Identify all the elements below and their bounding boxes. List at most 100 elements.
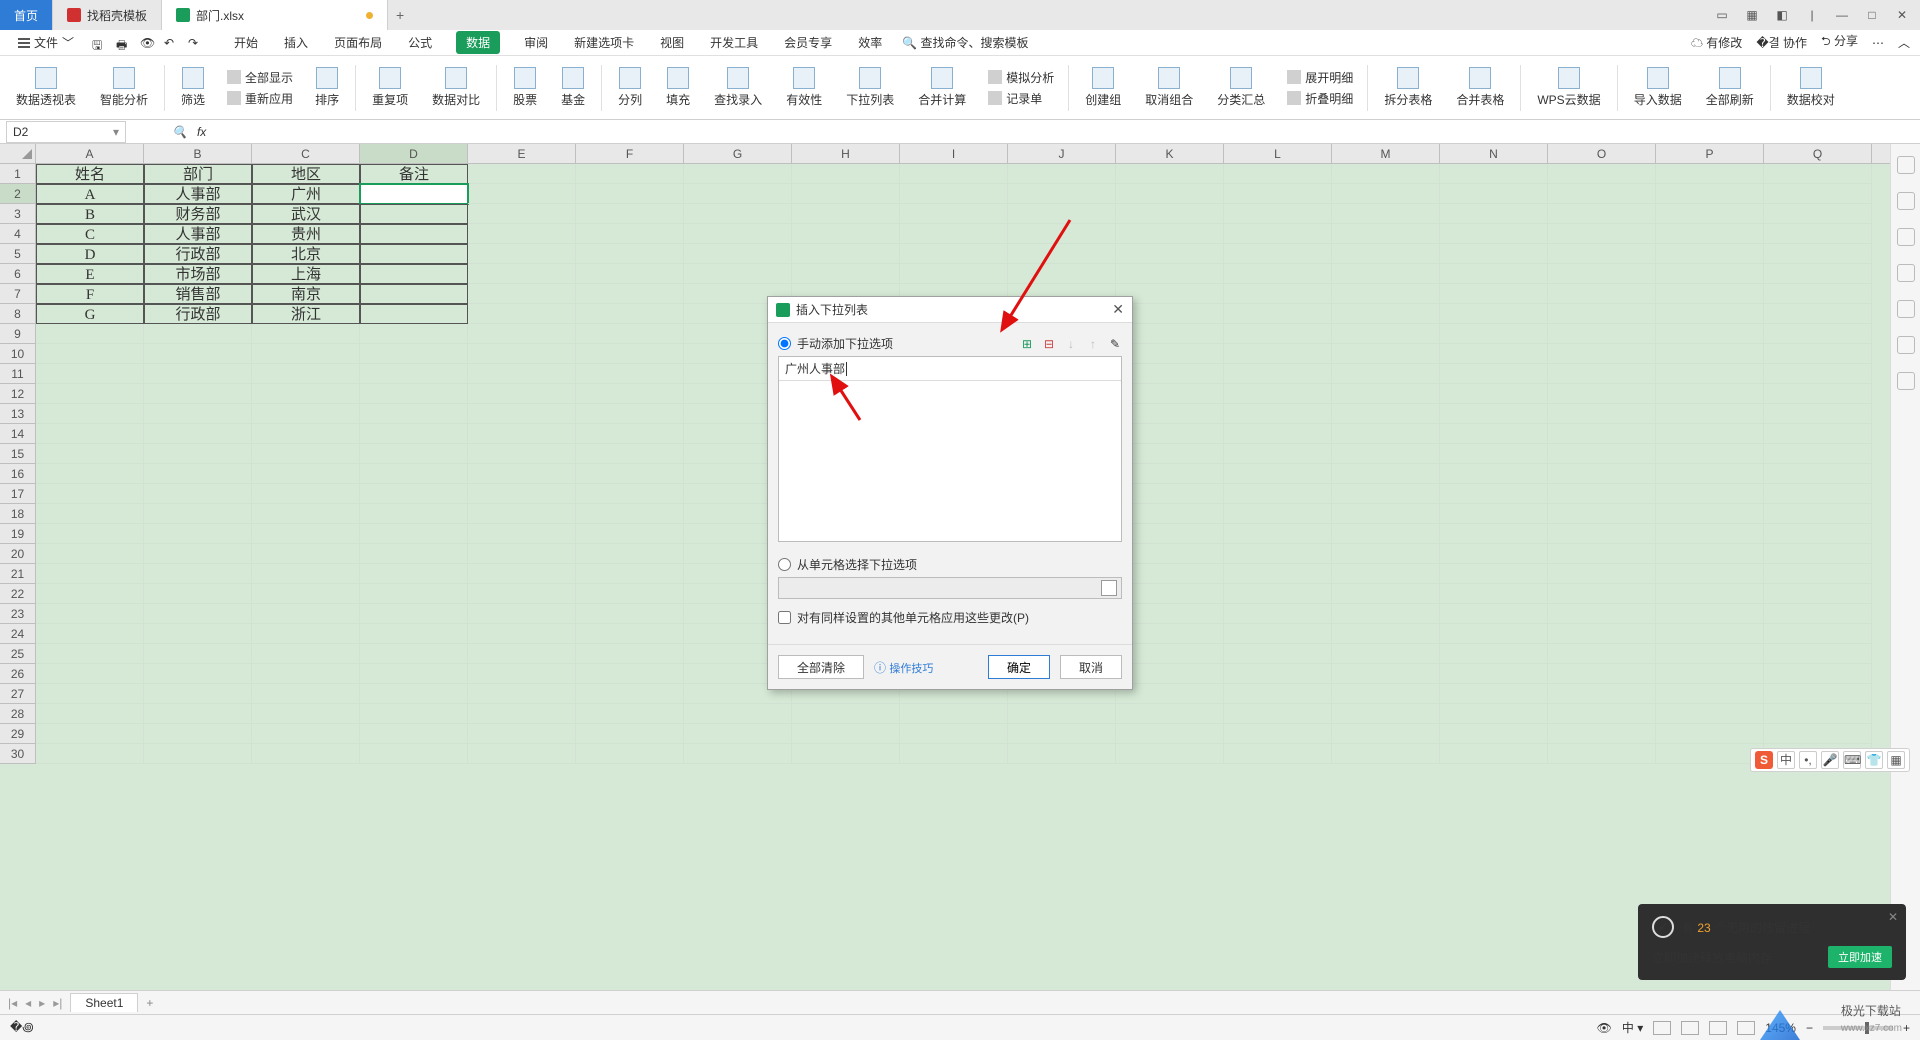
cell[interactable] [792, 204, 900, 224]
toast-close-button[interactable]: ✕ [1888, 910, 1898, 924]
cell[interactable] [36, 644, 144, 664]
cell[interactable] [360, 504, 468, 524]
cell[interactable] [1440, 464, 1548, 484]
cell[interactable] [576, 224, 684, 244]
cell[interactable] [1224, 744, 1332, 764]
cell[interactable] [36, 344, 144, 364]
cell[interactable] [1764, 264, 1872, 284]
cell[interactable] [36, 424, 144, 444]
list-item[interactable]: 广州人事部 [779, 357, 1121, 381]
ok-button[interactable]: 确定 [988, 655, 1050, 679]
cell[interactable] [468, 364, 576, 384]
row-header[interactable]: 23 [0, 604, 36, 624]
cell[interactable] [792, 184, 900, 204]
cell[interactable] [252, 644, 360, 664]
cell[interactable] [1440, 684, 1548, 704]
cell[interactable] [1332, 384, 1440, 404]
rb-splittbl[interactable]: 拆分表格 [1376, 58, 1440, 118]
cell[interactable] [468, 424, 576, 444]
cell[interactable] [360, 264, 468, 284]
cell[interactable] [1548, 164, 1656, 184]
option-manual[interactable]: 手动添加下拉选项 ⊞ ⊟ ↓ ↑ ✎ [778, 335, 1122, 352]
cell[interactable] [468, 264, 576, 284]
cell[interactable] [360, 744, 468, 764]
cell[interactable] [36, 604, 144, 624]
cell[interactable] [144, 704, 252, 724]
dialog-close-button[interactable]: ✕ [1112, 301, 1124, 318]
cell[interactable] [1656, 244, 1764, 264]
rb-cloud[interactable]: WPS云数据 [1529, 58, 1608, 118]
rb-group[interactable]: 创建组 [1077, 58, 1129, 118]
cell[interactable] [252, 524, 360, 544]
cell[interactable] [1224, 464, 1332, 484]
collapse-ribbon-icon[interactable]: ︿ [1898, 34, 1910, 51]
cell[interactable] [1332, 564, 1440, 584]
name-box[interactable]: D2▾ [6, 121, 126, 143]
cell[interactable] [1224, 704, 1332, 724]
cell[interactable] [1656, 744, 1764, 764]
tab-eff[interactable]: 效率 [856, 31, 884, 54]
row-header[interactable]: 18 [0, 504, 36, 524]
cell[interactable] [1332, 704, 1440, 724]
cell[interactable] [576, 424, 684, 444]
cell[interactable] [792, 244, 900, 264]
cell[interactable]: 广州 [252, 184, 360, 204]
rb-valid[interactable]: 有效性 [778, 58, 830, 118]
cell[interactable] [684, 224, 792, 244]
col-header[interactable]: L [1224, 144, 1332, 163]
cell[interactable] [144, 684, 252, 704]
cell[interactable] [1332, 304, 1440, 324]
option-range[interactable]: 从单元格选择下拉选项 [778, 556, 1122, 573]
cell[interactable] [1548, 644, 1656, 664]
rb-refresh[interactable]: 全部刷新 [1698, 58, 1762, 118]
cell[interactable] [36, 704, 144, 724]
tab-dev[interactable]: 开发工具 [708, 31, 760, 54]
row-header[interactable]: 4 [0, 224, 36, 244]
cell[interactable] [1764, 424, 1872, 444]
cell[interactable] [36, 444, 144, 464]
cell[interactable] [1764, 664, 1872, 684]
cell[interactable] [144, 384, 252, 404]
cell[interactable] [1656, 524, 1764, 544]
row-header[interactable]: 24 [0, 624, 36, 644]
cell[interactable] [1440, 224, 1548, 244]
cell[interactable] [144, 344, 252, 364]
tips-link[interactable]: ⓘ 操作技巧 [874, 659, 933, 676]
cell[interactable] [1440, 484, 1548, 504]
row-header[interactable]: 20 [0, 544, 36, 564]
cell[interactable] [1548, 344, 1656, 364]
cell[interactable] [360, 324, 468, 344]
coop-button[interactable]: �결 协作 [1756, 34, 1807, 51]
rb-compare[interactable]: 数据对比 [424, 58, 488, 118]
sp-setting-icon[interactable] [1897, 228, 1915, 246]
cell[interactable] [468, 344, 576, 364]
minimize-button[interactable]: — [1828, 4, 1856, 26]
tab-vip[interactable]: 会员专享 [782, 31, 834, 54]
cell[interactable] [1224, 324, 1332, 344]
cell[interactable] [360, 424, 468, 444]
cell[interactable] [252, 564, 360, 584]
cell[interactable] [1440, 184, 1548, 204]
status-mode-icon[interactable]: �꩜ [10, 1020, 34, 1034]
cell[interactable] [468, 704, 576, 724]
cell[interactable] [1332, 424, 1440, 444]
cell[interactable] [1548, 384, 1656, 404]
undo-icon[interactable]: ↶ [164, 36, 178, 50]
cell[interactable] [1656, 604, 1764, 624]
cell[interactable] [36, 404, 144, 424]
cell[interactable] [468, 584, 576, 604]
cell[interactable] [576, 724, 684, 744]
rb-fund[interactable]: 基金 [553, 58, 593, 118]
cell[interactable] [1008, 244, 1116, 264]
cell[interactable] [576, 704, 684, 724]
cell[interactable] [1224, 664, 1332, 684]
cell[interactable] [1548, 504, 1656, 524]
cell[interactable] [1440, 304, 1548, 324]
cell[interactable] [468, 604, 576, 624]
cell[interactable] [1764, 584, 1872, 604]
cell[interactable] [792, 264, 900, 284]
cell[interactable] [252, 344, 360, 364]
rb-mergetbl[interactable]: 合并表格 [1448, 58, 1512, 118]
cell[interactable] [1764, 704, 1872, 724]
cell[interactable] [1224, 424, 1332, 444]
